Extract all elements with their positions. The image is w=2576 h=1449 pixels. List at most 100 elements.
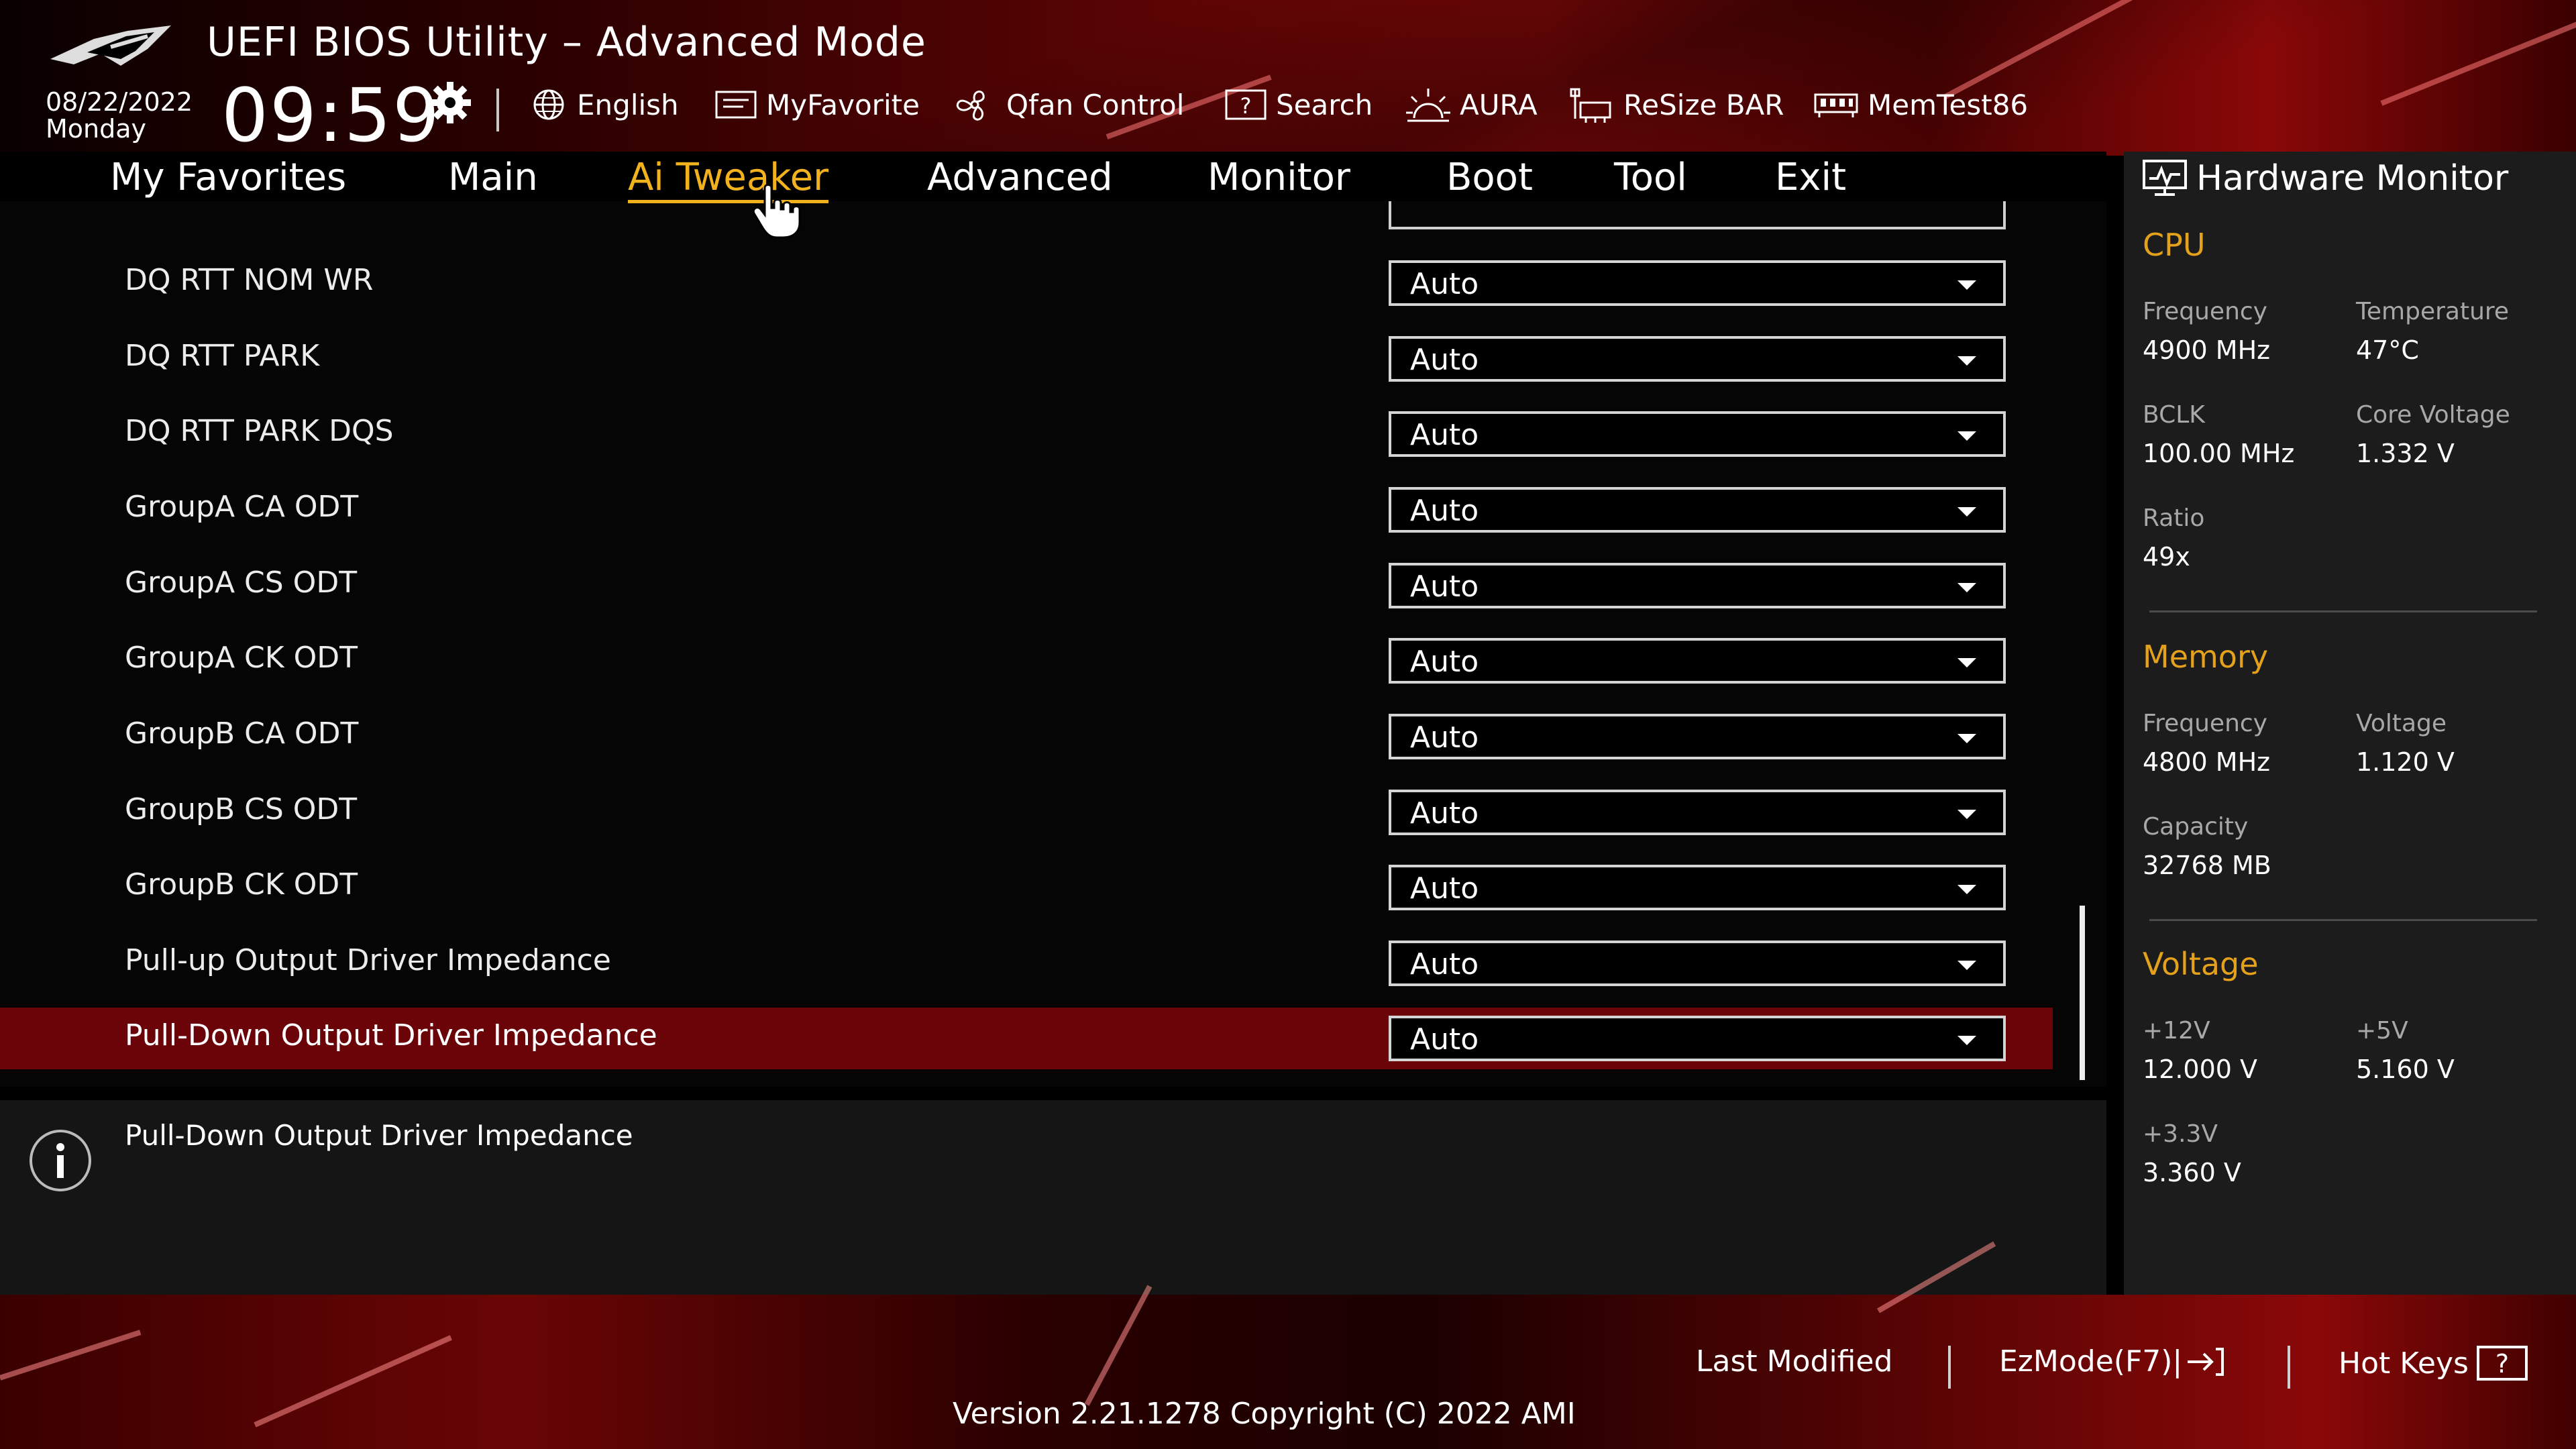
tab-main[interactable]: Main — [448, 156, 538, 199]
svg-text:?: ? — [1240, 93, 1252, 119]
setting-row-selected[interactable]: Pull-Down Output Driver Impedance Auto — [0, 1008, 2053, 1069]
hot-keys-button[interactable]: Hot Keys ? — [2339, 1344, 2529, 1382]
setting-value: Auto — [1410, 720, 1479, 755]
setting-row[interactable]: GroupB CK ODT Auto — [0, 857, 2053, 918]
chevron-down-icon — [1957, 658, 1976, 667]
v5-value: 5.160 V — [2356, 1055, 2455, 1084]
setting-dropdown[interactable]: Auto — [1389, 336, 2006, 382]
resize-bar-icon — [1570, 88, 1611, 123]
setting-row[interactable]: DQ RTT NOM WR Auto — [0, 252, 2053, 314]
setting-dropdown[interactable]: Auto — [1389, 487, 2006, 533]
setting-row[interactable]: Pull-up Output Driver Impedance Auto — [0, 932, 2053, 994]
last-modified-button[interactable]: Last Modified — [1696, 1344, 1892, 1379]
setting-label: Pull-up Output Driver Impedance — [125, 943, 611, 977]
partial-setting-dropdown[interactable] — [1389, 201, 2006, 229]
v5-label: +5V — [2356, 1017, 2408, 1044]
setting-label: GroupA CS ODT — [125, 566, 358, 600]
memtest86-button[interactable]: MemTest86 — [1813, 85, 2028, 125]
qfan-control-button[interactable]: Qfan Control — [951, 85, 1184, 125]
chevron-down-icon — [1957, 507, 1976, 517]
tab-advanced[interactable]: Advanced — [927, 156, 1113, 199]
setting-dropdown[interactable]: Auto — [1389, 865, 2006, 910]
globe-icon — [533, 89, 564, 120]
help-description: Pull-Down Output Driver Impedance — [125, 1119, 633, 1152]
chevron-down-icon — [1957, 734, 1976, 743]
cpu-temperature-value: 47°C — [2356, 335, 2419, 365]
setting-dropdown[interactable]: Auto — [1389, 638, 2006, 684]
memory-capacity-value: 32768 MB — [2143, 851, 2271, 880]
app-title: UEFI BIOS Utility – Advanced Mode — [207, 19, 926, 66]
help-key-icon: ? — [2476, 1346, 2528, 1381]
search-button[interactable]: ? Search — [1224, 85, 1373, 125]
setting-value: Auto — [1410, 796, 1479, 830]
myfavorite-button[interactable]: MyFavorite — [714, 85, 920, 125]
language-button[interactable]: English — [529, 85, 679, 125]
ratio-label: Ratio — [2143, 504, 2205, 532]
setting-dropdown[interactable]: Auto — [1389, 563, 2006, 608]
setting-dropdown[interactable]: Auto — [1389, 1016, 2006, 1061]
aura-icon — [1406, 89, 1450, 122]
exit-arrow-icon — [2188, 1347, 2224, 1376]
tab-my-favorites[interactable]: My Favorites — [110, 156, 346, 199]
setting-dropdown[interactable]: Auto — [1389, 941, 2006, 986]
voltage-heading: Voltage — [2143, 946, 2259, 982]
setting-dropdown[interactable]: Auto — [1389, 411, 2006, 457]
qfan-control-label: Qfan Control — [1006, 88, 1185, 121]
memory-heading: Memory — [2143, 639, 2269, 675]
setting-dropdown[interactable]: Auto — [1389, 790, 2006, 835]
setting-value: Auto — [1410, 570, 1479, 604]
tab-exit[interactable]: Exit — [1775, 156, 1846, 199]
chevron-down-icon — [1957, 280, 1976, 290]
setting-label: GroupB CA ODT — [125, 716, 359, 751]
setting-row[interactable]: GroupB CS ODT Auto — [0, 782, 2053, 843]
rog-logo — [50, 25, 171, 66]
clock[interactable]: 09:59 — [221, 72, 441, 158]
chevron-down-icon — [1957, 1036, 1976, 1045]
myfavorite-label: MyFavorite — [766, 88, 920, 121]
setting-label: GroupB CS ODT — [125, 792, 358, 826]
tab-monitor[interactable]: Monitor — [1208, 156, 1350, 199]
ezmode-label: EzMode(F7)| — [1999, 1344, 2183, 1379]
setting-label: DQ RTT NOM WR — [125, 263, 374, 297]
hot-keys-label: Hot Keys — [2339, 1346, 2469, 1381]
cpu-frequency-value: 4900 MHz — [2143, 335, 2271, 365]
setting-value: Auto — [1410, 267, 1479, 301]
v12-label: +12V — [2143, 1017, 2210, 1044]
scrollbar[interactable] — [2080, 906, 2085, 1080]
language-label: English — [577, 88, 679, 121]
setting-value: Auto — [1410, 871, 1479, 906]
setting-row[interactable]: GroupB CA ODT Auto — [0, 706, 2053, 767]
chevron-down-icon — [1957, 810, 1976, 819]
setting-row[interactable]: GroupA CK ODT Auto — [0, 630, 2053, 692]
footer-divider — [1948, 1346, 1951, 1389]
hardware-monitor-title: Hardware Monitor — [2196, 158, 2509, 199]
setting-label: Pull-Down Output Driver Impedance — [125, 1018, 657, 1053]
memory-frequency-label: Frequency — [2143, 710, 2267, 737]
setting-row[interactable]: GroupA CA ODT Auto — [0, 479, 2053, 541]
setting-label: GroupA CK ODT — [125, 641, 358, 675]
setting-dropdown[interactable]: Auto — [1389, 714, 2006, 759]
tab-boot[interactable]: Boot — [1446, 156, 1533, 199]
search-icon: ? — [1225, 89, 1267, 120]
resize-bar-button[interactable]: ReSize BAR — [1568, 85, 1784, 125]
gear-icon[interactable] — [427, 79, 474, 126]
setting-dropdown[interactable]: Auto — [1389, 260, 2006, 306]
setting-label: DQ RTT PARK — [125, 339, 320, 373]
svg-text:?: ? — [2496, 1349, 2509, 1379]
favorite-icon — [715, 91, 757, 119]
setting-row[interactable]: DQ RTT PARK Auto — [0, 328, 2053, 390]
memory-capacity-label: Capacity — [2143, 813, 2249, 841]
setting-row[interactable]: GroupA CS ODT Auto — [0, 555, 2053, 616]
date: 08/22/2022 — [46, 87, 193, 117]
ezmode-button[interactable]: EzMode(F7)| — [1999, 1344, 2226, 1379]
info-icon — [30, 1130, 91, 1191]
setting-row[interactable]: DQ RTT PARK DQS Auto — [0, 403, 2053, 465]
tab-tool[interactable]: Tool — [1614, 156, 1687, 199]
chevron-down-icon — [1957, 885, 1976, 894]
core-voltage-label: Core Voltage — [2356, 401, 2510, 429]
aura-button[interactable]: AURA — [1405, 85, 1538, 125]
setting-value: Auto — [1410, 418, 1479, 452]
chevron-down-icon — [1957, 356, 1976, 366]
v33-label: +3.3V — [2143, 1120, 2218, 1148]
resize-bar-label: ReSize BAR — [1623, 88, 1784, 121]
